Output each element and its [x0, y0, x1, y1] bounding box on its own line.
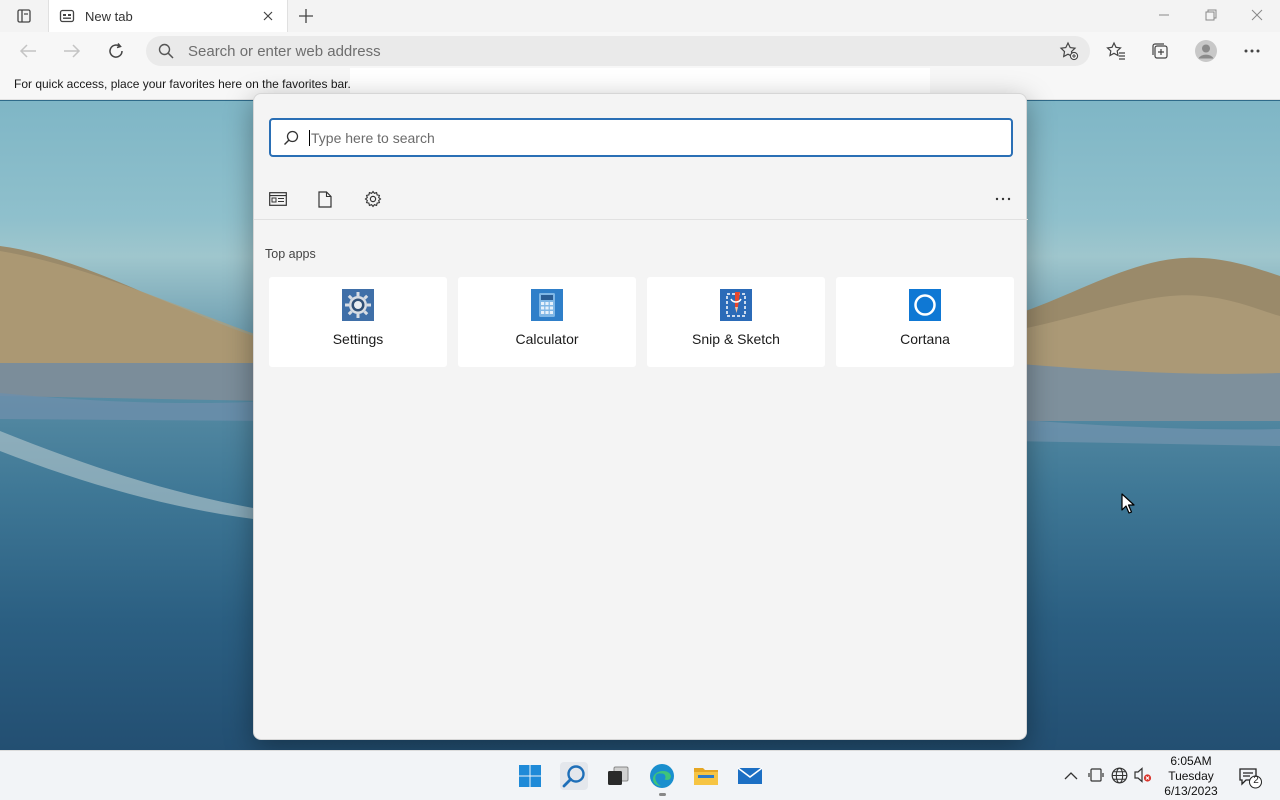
settings-icon: [364, 190, 382, 208]
task-view-button[interactable]: [604, 762, 632, 790]
collections-icon: [1152, 43, 1168, 59]
tab-actions-icon: [17, 9, 31, 23]
restore-button[interactable]: [1197, 4, 1225, 26]
start-button[interactable]: [516, 762, 544, 790]
filter-apps-button[interactable]: [265, 186, 291, 212]
minimize-icon: [1159, 14, 1169, 16]
search-icon: [284, 130, 299, 145]
calculator-app-icon: [531, 289, 563, 321]
favorites-bar-message: For quick access, place your favorites h…: [14, 77, 351, 91]
refresh-button[interactable]: [105, 40, 127, 62]
more-options-button[interactable]: [990, 186, 1016, 212]
app-tile-cortana[interactable]: Cortana: [836, 277, 1014, 367]
top-apps-heading: Top apps: [265, 247, 316, 261]
minimize-button[interactable]: [1150, 4, 1178, 26]
new-tab-page-icon: [59, 9, 75, 23]
new-tab-button[interactable]: [296, 6, 316, 26]
arrow-right-icon: [64, 44, 81, 58]
apps-icon: [269, 192, 287, 206]
close-icon: [263, 11, 273, 21]
taskbar-search-button[interactable]: [560, 762, 588, 790]
app-label: Settings: [332, 331, 384, 347]
restore-icon: [1205, 9, 1217, 21]
settings-app-icon: [342, 289, 374, 321]
edge-icon: [650, 764, 674, 788]
app-tile-calculator[interactable]: Calculator: [458, 277, 636, 367]
show-hidden-icons-button[interactable]: [1062, 766, 1080, 784]
address-placeholder: Search or enter web address: [188, 42, 381, 60]
app-tile-snip-sketch[interactable]: Snip & Sketch: [647, 277, 825, 367]
app-label: Calculator: [515, 331, 579, 347]
top-apps-grid: Settings Calculator Snip & Sketch Cortan…: [269, 277, 1017, 367]
taskbar-clock[interactable]: 6:05AM Tuesday 6/13/2023: [1156, 754, 1226, 799]
search-flyout: Top apps Settings Calculator Snip & Sket…: [253, 93, 1028, 740]
refresh-icon: [109, 43, 123, 58]
tab-actions-button[interactable]: [10, 6, 38, 26]
volume-button[interactable]: [1134, 766, 1152, 784]
settings-more-button[interactable]: [1241, 40, 1263, 62]
tab-new-tab[interactable]: New tab: [48, 0, 288, 32]
app-label: Cortana: [900, 331, 950, 347]
favorites-icon: [1106, 41, 1125, 60]
close-icon: [1251, 9, 1263, 21]
tray-device-button[interactable]: [1087, 766, 1105, 784]
forward-button[interactable]: [61, 40, 83, 62]
search-filter-row: [254, 180, 1028, 220]
app-tile-settings[interactable]: Settings: [269, 277, 447, 367]
start-icon: [519, 765, 541, 787]
documents-icon: [318, 190, 332, 208]
flyout-header-strip: [350, 68, 930, 94]
device-icon: [1088, 768, 1104, 782]
network-button[interactable]: [1110, 766, 1128, 784]
edge-taskbar-button[interactable]: [648, 762, 676, 790]
arrow-left-icon: [19, 44, 36, 58]
mail-button[interactable]: [736, 762, 764, 790]
chevron-up-icon: [1064, 771, 1078, 779]
search-icon: [562, 765, 585, 788]
favorites-button[interactable]: [1105, 40, 1127, 62]
mail-icon: [737, 767, 763, 784]
close-window-button[interactable]: [1243, 4, 1271, 26]
file-explorer-button[interactable]: [692, 762, 720, 790]
tab-strip: New tab: [0, 0, 1280, 32]
clock-time: 6:05AM: [1170, 754, 1212, 768]
cortana-app-icon: [909, 289, 941, 321]
clock-day: Tuesday: [1168, 769, 1214, 783]
search-icon: [158, 43, 174, 59]
more-horizontal-icon: [995, 197, 1011, 201]
collections-button[interactable]: [1149, 40, 1171, 62]
more-horizontal-icon: [1244, 49, 1260, 53]
star-add-icon: [1059, 41, 1079, 61]
running-indicator: [659, 793, 666, 796]
network-icon: [1111, 767, 1127, 783]
filter-settings-button[interactable]: [360, 186, 386, 212]
notification-count-badge: 2: [1253, 775, 1259, 786]
notification-center-button[interactable]: 2: [1238, 767, 1262, 789]
filter-documents-button[interactable]: [312, 186, 338, 212]
add-favorite-button[interactable]: [1058, 40, 1080, 62]
clock-date: 6/13/2023: [1164, 784, 1218, 798]
tab-title: New tab: [85, 8, 133, 24]
search-input[interactable]: [309, 129, 969, 146]
taskbar: 6:05AM Tuesday 6/13/2023 2: [0, 750, 1280, 800]
file-explorer-icon: [694, 768, 718, 785]
mouse-cursor-icon: [1121, 493, 1135, 514]
back-button[interactable]: [17, 40, 39, 62]
snip-sketch-app-icon: [720, 289, 752, 321]
plus-icon: [299, 9, 313, 23]
search-box[interactable]: [269, 118, 1013, 157]
tab-close-button[interactable]: [259, 7, 277, 25]
profile-avatar-icon: [1195, 40, 1217, 62]
address-bar[interactable]: Search or enter web address: [146, 36, 1090, 66]
profile-button[interactable]: [1195, 40, 1217, 62]
task-view-icon: [608, 766, 629, 785]
app-label: Snip & Sketch: [692, 331, 780, 347]
volume-muted-icon: [1134, 767, 1152, 783]
